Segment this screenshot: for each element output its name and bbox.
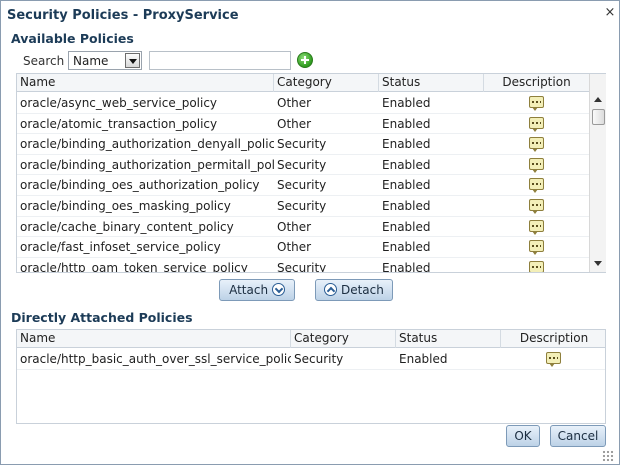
scroll-down-icon[interactable] xyxy=(594,261,602,266)
table-row[interactable]: oracle/async_web_service_policy Other Enab… xyxy=(17,93,590,114)
attach-label: Attach xyxy=(229,283,269,297)
column-header-name[interactable]: Name xyxy=(17,74,274,92)
description-icon[interactable] xyxy=(529,96,544,111)
description-icon[interactable] xyxy=(529,240,544,256)
search-field-select[interactable]: Name xyxy=(68,51,142,70)
column-header-description[interactable]: Description xyxy=(484,74,590,92)
cell-status: Enabled xyxy=(382,116,431,131)
resize-grip-icon[interactable] xyxy=(602,450,614,462)
available-policies-table: Name Category Status Description oracle/… xyxy=(16,73,606,273)
table-row[interactable]: oracle/cache_binary_content_policy Other E… xyxy=(17,217,590,238)
cell-name: oracle/async_web_service_policy xyxy=(20,96,218,110)
search-label: Search xyxy=(23,54,65,68)
cell-name: oracle/atomic_transaction_policy xyxy=(20,116,218,131)
cell-name: oracle/http_basic_auth_over_ssl_service_… xyxy=(20,352,291,366)
cell-category: Security xyxy=(277,199,327,213)
column-header-status[interactable]: Status xyxy=(396,330,501,348)
description-icon[interactable] xyxy=(529,219,544,235)
cell-name: oracle/cache_binary_content_policy xyxy=(20,219,234,234)
column-header-description[interactable]: Description xyxy=(501,330,605,348)
security-policies-dialog: Security Policies - ProxyService × Avail… xyxy=(0,0,620,465)
detach-label: Detach xyxy=(340,283,384,297)
search-input[interactable] xyxy=(149,51,291,70)
description-icon[interactable] xyxy=(529,137,544,153)
chevron-down-circle-icon xyxy=(271,283,285,296)
cell-name: oracle/http_oam_token_service_policy xyxy=(20,260,248,273)
cell-category: Security xyxy=(277,157,327,172)
cell-category: Security xyxy=(277,260,327,273)
chevron-up-circle-icon xyxy=(324,283,338,296)
attached-table-header: Name Category Status Description xyxy=(17,330,605,348)
available-policies-heading: Available Policies xyxy=(11,31,134,46)
attach-button[interactable]: Attach xyxy=(219,279,295,301)
chevron-down-icon[interactable] xyxy=(125,53,140,68)
table-row[interactable]: oracle/binding_authorization_permitall_p… xyxy=(17,155,590,176)
scrollbar-thumb[interactable] xyxy=(592,109,605,125)
description-icon[interactable] xyxy=(529,260,544,272)
column-header-name[interactable]: Name xyxy=(17,330,291,348)
table-row[interactable]: oracle/fast_infoset_service_policy Other E… xyxy=(17,237,590,258)
column-header-category[interactable]: Category xyxy=(291,330,396,348)
cell-name: oracle/binding_authorization_permitall_p… xyxy=(20,157,274,172)
table-row[interactable]: oracle/http_oam_token_service_policy Secu… xyxy=(17,258,590,273)
cell-category: Security xyxy=(277,178,327,193)
available-table-scrollbar[interactable] xyxy=(589,74,606,272)
table-row[interactable]: oracle/binding_oes_masking_policy Securit… xyxy=(17,196,590,217)
close-icon[interactable]: × xyxy=(603,6,617,20)
cell-category: Other xyxy=(277,219,312,234)
cell-category: Other xyxy=(277,116,312,131)
cell-category: Security xyxy=(294,352,344,366)
dialog-title: Security Policies - ProxyService xyxy=(7,8,239,23)
cell-category: Security xyxy=(277,137,327,152)
column-header-status[interactable]: Status xyxy=(379,74,484,92)
search-field-value: Name xyxy=(73,54,109,68)
table-row[interactable]: oracle/binding_authorization_denyall_pol… xyxy=(17,134,590,155)
cell-name: oracle/binding_oes_authorization_policy xyxy=(20,178,260,193)
cell-name: oracle/binding_oes_masking_policy xyxy=(20,199,231,213)
description-icon[interactable] xyxy=(529,199,544,214)
add-circle-icon[interactable] xyxy=(297,52,313,68)
cell-category: Other xyxy=(277,96,312,110)
detach-button[interactable]: Detach xyxy=(315,279,393,301)
cell-name: oracle/fast_infoset_service_policy xyxy=(20,240,221,255)
description-icon[interactable] xyxy=(529,116,544,132)
attached-policies-heading: Directly Attached Policies xyxy=(11,310,193,325)
table-row[interactable]: oracle/http_basic_auth_over_ssl_service_… xyxy=(17,349,605,370)
description-icon[interactable] xyxy=(546,352,561,367)
table-row[interactable]: oracle/atomic_transaction_policy Other Ena… xyxy=(17,114,590,135)
available-table-header: Name Category Status Description xyxy=(17,74,590,92)
cell-status: Enabled xyxy=(382,219,431,234)
description-icon[interactable] xyxy=(529,178,544,194)
cell-status: Enabled xyxy=(399,352,448,366)
cell-status: Enabled xyxy=(382,178,431,193)
ok-button[interactable]: OK xyxy=(506,425,540,447)
cell-status: Enabled xyxy=(382,96,431,110)
cell-status: Enabled xyxy=(382,240,431,255)
attached-policies-table: Name Category Status Description oracle/… xyxy=(16,329,606,424)
description-icon[interactable] xyxy=(529,157,544,173)
cell-status: Enabled xyxy=(382,199,431,213)
dialog-titlebar: Security Policies - ProxyService × xyxy=(1,1,619,29)
cell-category: Other xyxy=(277,240,312,255)
scroll-up-icon[interactable] xyxy=(594,97,602,102)
cell-status: Enabled xyxy=(382,137,431,152)
cell-status: Enabled xyxy=(382,157,431,172)
cell-name: oracle/binding_authorization_denyall_pol… xyxy=(20,137,274,152)
cell-status: Enabled xyxy=(382,260,431,273)
table-row[interactable]: oracle/binding_oes_authorization_policy S… xyxy=(17,175,590,196)
column-header-category[interactable]: Category xyxy=(274,74,379,92)
cancel-button[interactable]: Cancel xyxy=(550,425,606,447)
